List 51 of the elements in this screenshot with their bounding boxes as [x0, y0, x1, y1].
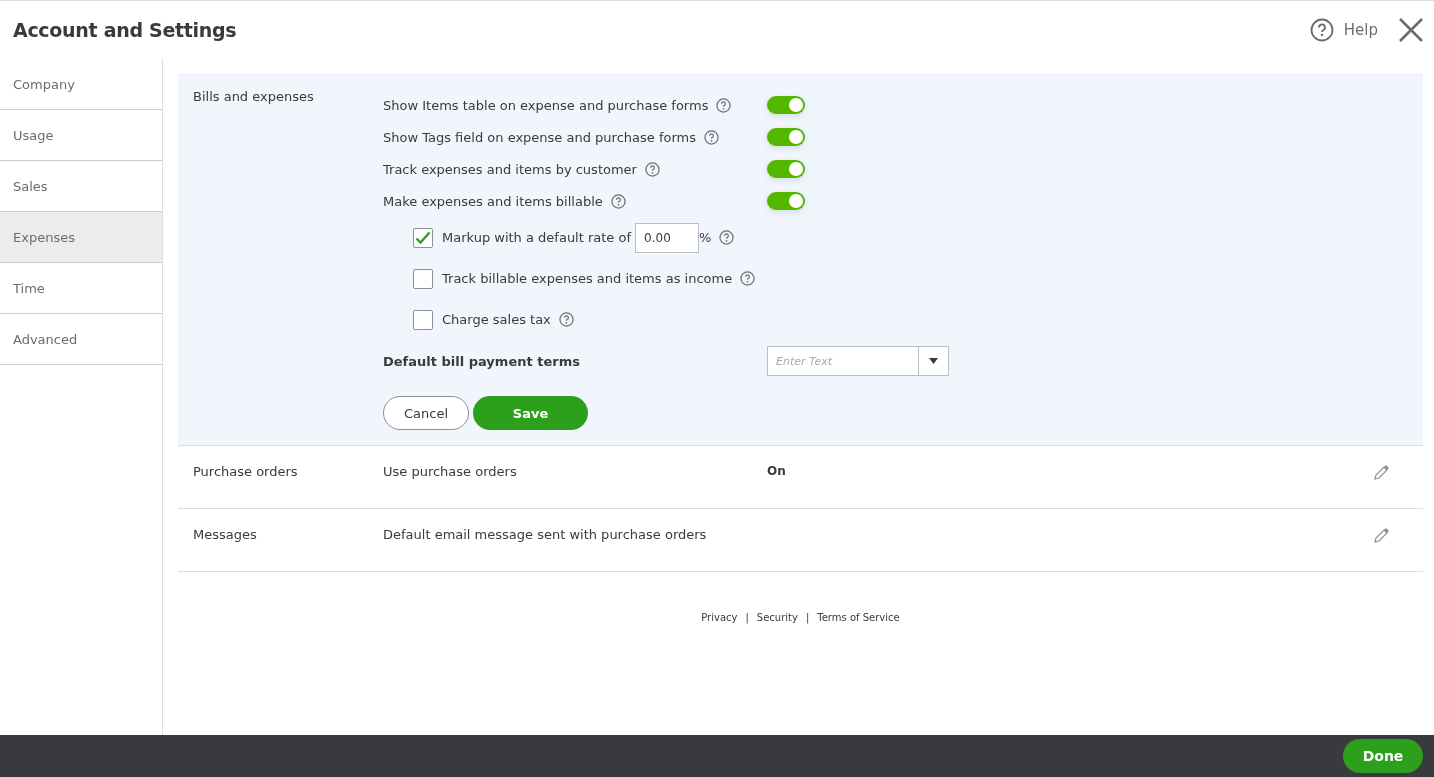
save-button[interactable]: Save — [473, 396, 588, 430]
help-icon[interactable] — [719, 230, 735, 245]
checkbox-label: Track billable expenses and items as income — [442, 271, 733, 286]
help-icon[interactable] — [703, 129, 719, 145]
sidebar-item[interactable]: Expenses — [0, 212, 162, 263]
window-title: Account and Settings — [13, 19, 238, 41]
footer-link[interactable]: Security — [756, 612, 798, 623]
checkbox[interactable] — [413, 309, 433, 330]
footer-separator: | — [805, 612, 810, 623]
toggle-switch[interactable] — [767, 192, 805, 210]
checkbox[interactable] — [413, 227, 433, 248]
percent-sign: % — [699, 230, 712, 245]
checkbox-label: Markup with a default rate of — [442, 230, 632, 245]
pencil-icon — [1373, 464, 1390, 481]
toggle-label: Make expenses and items billable — [383, 193, 603, 209]
close-button[interactable] — [1398, 17, 1424, 43]
toggle-switch[interactable] — [767, 96, 805, 114]
rate-input-field[interactable]: 0.00 — [635, 222, 700, 253]
setting-description: Use purchase orders — [383, 464, 518, 479]
footer-link[interactable]: Terms of Service — [817, 612, 900, 623]
section-title: Messages — [193, 527, 258, 542]
help-icon[interactable] — [716, 97, 732, 113]
help-icon — [1309, 18, 1334, 42]
caret-icon — [929, 358, 938, 364]
setting-description: Default email message sent with purchase orders — [383, 527, 708, 542]
checkbox-label: Charge sales tax — [442, 312, 551, 327]
section-title: Purchase orders — [193, 464, 299, 479]
toggle-switch[interactable] — [767, 128, 805, 146]
pencil-icon — [1373, 527, 1390, 544]
help-icon[interactable] — [644, 161, 660, 177]
section-title: Bills and expenses — [193, 89, 315, 106]
toggle-label: Track expenses and items by customer — [383, 161, 637, 177]
field-label: Default bill payment terms — [383, 353, 581, 369]
help-icon[interactable] — [740, 271, 756, 286]
help-icon[interactable] — [558, 312, 574, 327]
edit-button[interactable] — [1373, 527, 1390, 544]
checkbox[interactable] — [413, 268, 433, 289]
cancel-button[interactable]: Cancel — [383, 396, 469, 430]
dropdown-button[interactable] — [919, 346, 949, 376]
close-icon — [1398, 17, 1424, 43]
toggle-label: Show Items table on expense and purchase forms — [383, 97, 709, 113]
help-button[interactable]: Help — [1303, 17, 1384, 43]
footer-separator: | — [745, 612, 749, 623]
footer-link[interactable]: Privacy — [701, 612, 738, 623]
toggle-label: Show Tags field on expense and purchase forms — [383, 129, 696, 145]
help-icon[interactable] — [610, 193, 626, 209]
done-button[interactable]: Done — [1343, 739, 1423, 773]
setting-value: On — [767, 464, 787, 478]
edit-button[interactable] — [1373, 464, 1390, 481]
terms-input-field[interactable]: Enter Text — [767, 346, 919, 376]
toggle-switch[interactable] — [767, 160, 805, 178]
